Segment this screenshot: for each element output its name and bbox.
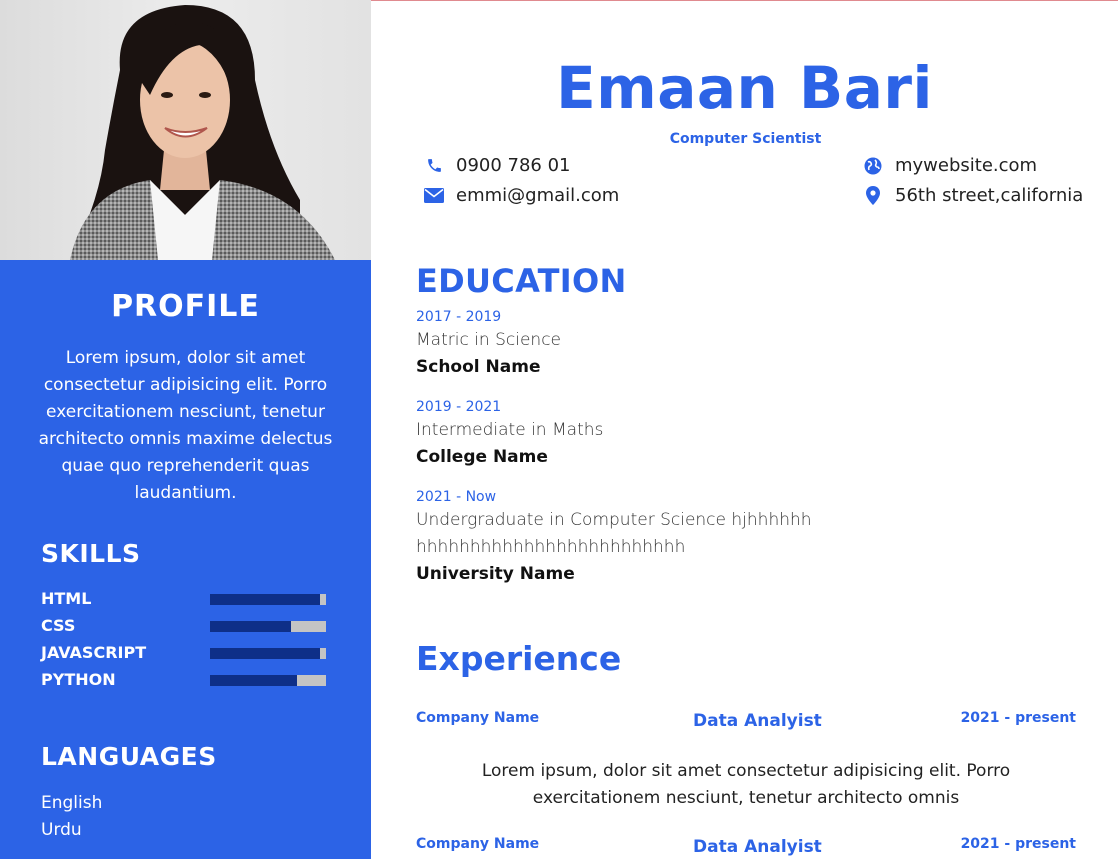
- education-item: 2021 - Now Undergraduate in Computer Sci…: [416, 487, 1076, 588]
- skill-name: PYTHON: [41, 670, 116, 689]
- skill-name: JAVASCRIPT: [41, 643, 147, 662]
- skill-level-bar: [210, 621, 326, 632]
- skills-heading: SKILLS: [41, 539, 141, 568]
- education-years: 2017 - 2019: [416, 309, 502, 325]
- candidate-name: Emaan Bari: [556, 54, 933, 122]
- languages-heading: LANGUAGES: [41, 742, 217, 771]
- job-title: Computer Scientist: [669, 131, 822, 147]
- experience-description: Lorem ipsum, dolor sit amet consectetur …: [481, 761, 1011, 808]
- education-item: 2017 - 2019 Matric in Science School Nam…: [416, 307, 1076, 381]
- experience-dates: 2021 - present: [960, 836, 1076, 852]
- profile-heading: PROFILE: [111, 289, 260, 324]
- email-address: emmi@gmail.com: [456, 185, 620, 206]
- phone-number: 0900 786 01: [456, 155, 571, 176]
- contact-email: emmi@gmail.com: [423, 185, 619, 206]
- experience-item: Company Name Data Analyist 2021 - presen…: [416, 709, 1076, 733]
- education-years: 2021 - Now: [416, 489, 497, 505]
- skill-name: HTML: [41, 589, 92, 608]
- skill-level-fill: [210, 594, 321, 605]
- skill-item: CSS: [41, 615, 331, 642]
- skill-level-bar: [210, 648, 326, 659]
- website-url: mywebsite.com: [895, 155, 1038, 176]
- contact-phone: 0900 786 01: [423, 155, 571, 176]
- language-item: Urdu: [41, 820, 82, 840]
- skill-item: JAVASCRIPT: [41, 642, 331, 669]
- skill-name: CSS: [41, 616, 76, 635]
- education-school: School Name: [416, 357, 541, 377]
- skill-level-bar: [210, 594, 326, 605]
- skill-level-bar: [210, 675, 326, 686]
- envelope-icon: [423, 186, 445, 206]
- skill-level-fill: [210, 621, 292, 632]
- profile-summary: Lorem ipsum, dolor sit amet consectetur …: [38, 348, 333, 503]
- portrait-photo: [0, 0, 371, 260]
- skill-level-fill: [210, 648, 321, 659]
- education-heading: EDUCATION: [416, 262, 627, 300]
- experience-item: Company Name Data Analyist 2021 - presen…: [416, 835, 1076, 859]
- experience-role: Data Analyist: [693, 711, 822, 731]
- experience-company: Company Name: [416, 836, 540, 852]
- contact-address: 56th street,california: [862, 185, 1083, 206]
- skill-item: PYTHON: [41, 669, 331, 696]
- sidebar: PROFILE Lorem ipsum, dolor sit amet cons…: [0, 0, 371, 859]
- skill-item: HTML: [41, 588, 331, 615]
- skill-level-fill: [210, 675, 297, 686]
- globe-icon: [862, 156, 884, 176]
- language-item: English: [41, 793, 103, 813]
- resume-page: PROFILE Lorem ipsum, dolor sit amet cons…: [0, 0, 1118, 859]
- experience-role: Data Analyist: [693, 837, 822, 857]
- education-degree: Matric in Science: [416, 330, 562, 350]
- map-pin-icon: [862, 186, 884, 206]
- street-address: 56th street,california: [895, 185, 1084, 206]
- education-item: 2019 - 2021 Intermediate in Maths Colleg…: [416, 397, 1076, 471]
- skills-list: HTML CSS JAVASCRIPT PYTHON: [41, 588, 331, 696]
- education-list: 2017 - 2019 Matric in Science School Nam…: [416, 307, 1076, 604]
- languages-list: English Urdu: [41, 790, 102, 844]
- education-school: University Name: [416, 564, 575, 584]
- education-school: College Name: [416, 447, 548, 467]
- education-years: 2019 - 2021: [416, 399, 502, 415]
- top-border-line: [371, 0, 1118, 1]
- phone-icon: [423, 156, 445, 176]
- experience-company: Company Name: [416, 710, 540, 726]
- education-degree: Undergraduate in Computer Science hjhhhh…: [416, 510, 812, 557]
- experience-dates: 2021 - present: [960, 710, 1076, 726]
- education-degree: Intermediate in Maths: [416, 420, 604, 440]
- contact-website: mywebsite.com: [862, 155, 1037, 176]
- experience-heading: Experience: [416, 639, 622, 678]
